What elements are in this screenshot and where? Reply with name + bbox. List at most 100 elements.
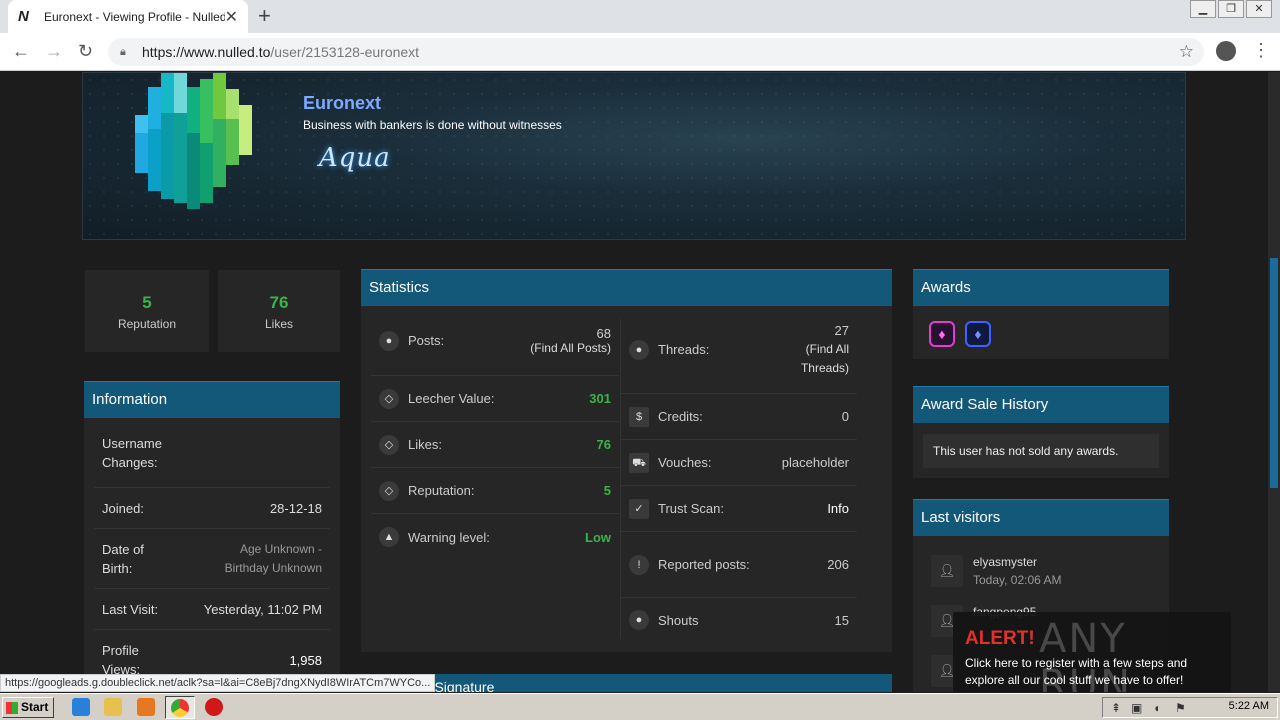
stat-reputation: ◇ Reputation: 5 — [371, 468, 619, 514]
close-tab-icon[interactable]: ✕ — [225, 7, 238, 27]
stat-reported-posts: ! Reported posts: 206 — [621, 532, 857, 598]
information-panel: Information Username Changes: Joined: 28… — [84, 381, 340, 692]
forward-icon[interactable]: → — [45, 41, 63, 61]
system-tray: ⇞ ▣ ◖ ⚑ 5:22 AM — [1102, 697, 1278, 718]
stat-posts: ● Posts: 68 (Find All Posts) — [371, 306, 619, 376]
bookmark-star-icon[interactable]: ☆ — [1179, 42, 1194, 62]
stat-threads: ● Threads: 27 (Find All Threads) — [621, 306, 857, 394]
stat-shouts: ● Shouts 15 — [621, 598, 857, 642]
url-text: https://www.nulled.to/user/2153128-euron… — [142, 44, 420, 60]
check-square-icon: ✓ — [629, 498, 649, 519]
signature-title: t's Signature — [361, 674, 892, 692]
stat-leecher-value: ◇ Leecher Value: 301 — [371, 376, 619, 422]
tab-title: Euronext - Viewing Profile - Nulled — [44, 9, 225, 24]
awards-panel: Awards ♦ ♦ — [913, 269, 1169, 359]
diamond-icon: ◇ — [379, 434, 399, 455]
comments-icon: ● — [629, 610, 649, 630]
browser-tab-bar: N Euronext - Viewing Profile - Nulled ✕ … — [0, 0, 1280, 33]
visitor-time: Today, 02:06 AM — [973, 573, 1062, 587]
award-sale-message: This user has not sold any awards. — [923, 434, 1159, 468]
find-all-threads-link[interactable]: (Find All Threads) — [789, 340, 849, 378]
likes-value: 76 — [269, 293, 289, 312]
scrollbar-thumb[interactable] — [1270, 258, 1278, 488]
profile-banner: Euronext Business with bankers is done w… — [82, 72, 1186, 240]
stat-likes: ◇ Likes: 76 — [371, 422, 619, 468]
stat-credits: $ Credits: 0 — [621, 394, 857, 440]
windows-logo-icon — [6, 702, 18, 714]
minimize-icon[interactable]: ▁ — [1190, 0, 1216, 18]
alert-message[interactable]: Click here to register with a few steps … — [965, 655, 1225, 689]
tray-arrow-icon[interactable]: ⇞ — [1111, 701, 1121, 715]
profile-tagline: Business with bankers is done without wi… — [303, 118, 562, 132]
volume-icon[interactable]: ◖ — [1153, 701, 1160, 715]
exclamation-icon: ! — [629, 554, 649, 575]
back-icon[interactable]: ← — [12, 41, 30, 61]
page-content: Euronext Business with bankers is done w… — [0, 72, 1280, 692]
award-sale-title: Award Sale History — [913, 386, 1169, 423]
statistics-right-column: ● Threads: 27 (Find All Threads) $ Credit… — [621, 306, 857, 642]
user-avatar-logo — [135, 73, 252, 209]
account-icon[interactable] — [1216, 41, 1236, 61]
stop-icon[interactable] — [205, 698, 223, 716]
page-scrollbar[interactable] — [1268, 72, 1280, 692]
chrome-taskbar-button[interactable] — [165, 696, 195, 719]
flag-icon[interactable]: ⚑ — [1175, 701, 1186, 715]
clock: 5:22 AM — [1228, 700, 1269, 712]
visitor-name[interactable]: elyasmyster — [973, 555, 1062, 569]
awards-title: Awards — [913, 269, 1169, 306]
close-window-icon[interactable]: ✕ — [1246, 0, 1272, 18]
likes-label: Likes — [264, 317, 293, 331]
blue-diamond-icon[interactable]: ♦ — [965, 321, 991, 347]
new-tab-icon[interactable]: + — [258, 5, 271, 27]
info-row-joined: Joined: 28-12-18 — [94, 488, 330, 529]
chrome-icon — [171, 699, 189, 717]
folder-icon[interactable] — [104, 698, 122, 716]
link-status-bar: https://googleads.g.doubleclick.net/aclk… — [0, 674, 436, 692]
pink-diamond-icon[interactable]: ♦ — [929, 321, 955, 347]
statistics-panel: Statistics ● Posts: 68 (Find All Posts) ◇… — [361, 269, 892, 652]
warning-icon: ▲ — [379, 527, 399, 547]
start-button[interactable]: Start — [2, 697, 54, 718]
diamond-icon: ◇ — [379, 480, 399, 501]
user-avatar-icon: 👤︎ — [931, 555, 963, 587]
visitor-item[interactable]: 👤︎ elyasmyster Today, 02:06 AM — [931, 555, 1062, 595]
reload-icon[interactable]: ↻ — [78, 41, 93, 61]
info-row-last-visit: Last Visit: Yesterday, 11:02 PM — [94, 589, 330, 630]
browser-tab[interactable]: N Euronext - Viewing Profile - Nulled ✕ — [8, 0, 248, 33]
windows-taskbar: Start ⇞ ▣ ◖ ⚑ 5:22 AM — [0, 693, 1280, 720]
ie-icon[interactable] — [72, 698, 90, 716]
group-badge: Aqua — [319, 143, 391, 173]
statistics-left-column: ● Posts: 68 (Find All Posts) ◇ Leecher Va… — [371, 306, 619, 560]
menu-dots-icon[interactable]: ⋮ — [1252, 40, 1270, 61]
address-bar: ← → ↻ 🔒︎ https://www.nulled.to/user/2153… — [0, 33, 1280, 71]
restore-icon[interactable]: ❐ — [1218, 0, 1244, 18]
reputation-label: Reputation — [117, 317, 177, 331]
last-visitors-title: Last visitors — [913, 499, 1169, 536]
trust-scan-info-link[interactable]: Info — [827, 501, 849, 516]
media-player-icon[interactable] — [137, 698, 155, 716]
info-row-username-changes: Username Changes: — [94, 418, 330, 488]
lock-icon: 🔒︎ — [120, 46, 126, 58]
likes-box: 76 Likes — [218, 270, 340, 352]
nulled-favicon-icon: N — [18, 7, 29, 25]
dollar-icon: $ — [629, 406, 649, 427]
network-icon[interactable]: ▣ — [1131, 701, 1142, 715]
stat-trust-scan: ✓ Trust Scan: Info — [621, 486, 857, 532]
profile-username: Euronext — [303, 93, 382, 113]
reputation-value: 5 — [142, 293, 152, 312]
url-field[interactable]: 🔒︎ https://www.nulled.to/user/2153128-eu… — [108, 38, 1204, 66]
cart-icon: ⛟ — [629, 452, 649, 473]
reputation-box: 5 Reputation — [85, 270, 209, 352]
comments-icon: ● — [629, 339, 649, 360]
comment-icon: ● — [379, 330, 399, 351]
window-controls: ▁ ❐ ✕ — [1188, 0, 1272, 18]
stat-warning-level: ▲ Warning level: Low — [371, 514, 619, 560]
statistics-title: Statistics — [361, 269, 892, 306]
information-title: Information — [84, 381, 340, 418]
alert-title: ALERT! — [965, 628, 1035, 649]
find-all-posts-link[interactable]: (Find All Posts) — [530, 341, 611, 355]
info-row-dob: Date of Birth: Age Unknown - Birthday Un… — [94, 529, 330, 589]
anyrun-alert[interactable]: ANY RUN ALERT! Click here to register wi… — [953, 612, 1231, 692]
stat-vouches: ⛟ Vouches: placeholder — [621, 440, 857, 486]
diamond-icon: ◇ — [379, 388, 399, 409]
